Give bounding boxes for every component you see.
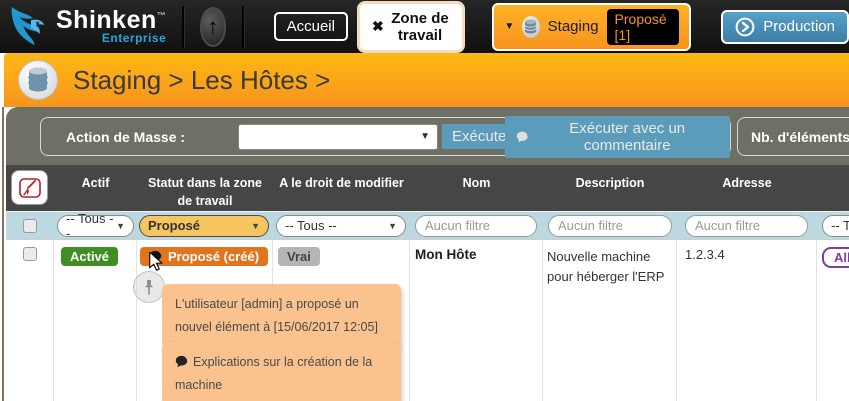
filter-droit-cell: -- Tous --▼: [273, 215, 410, 237]
page-title-bar: Staging > Les Hôtes >: [4, 53, 849, 107]
filter-description-input[interactable]: [548, 215, 672, 237]
row-adresse-cell: 1.2.3.4: [677, 240, 817, 401]
breadcrumb-title: Staging > Les Hôtes >: [73, 65, 330, 96]
clear-filters-button[interactable]: [11, 170, 48, 205]
broom-icon: [18, 177, 42, 199]
filter-nom-cell: [410, 215, 543, 237]
all-templates-badge[interactable]: All: [822, 247, 849, 268]
staging-label: Staging: [548, 18, 599, 35]
shinken-fish-icon: [8, 5, 54, 49]
play-circle-icon: [735, 17, 755, 37]
host-name: Mon Hôte: [410, 247, 542, 262]
filter-row: -- Tous --▼ Proposé▼ -- Tous --▼ -- Tous…: [6, 211, 849, 240]
chevron-down-icon: ▼: [388, 221, 397, 231]
filter-adresse-input[interactable]: [685, 215, 808, 237]
shinken-logo: Shinken™ Enterprise: [8, 5, 166, 49]
column-header-droit[interactable]: A le droit de modifier: [273, 165, 410, 211]
comment-icon: [175, 355, 188, 368]
comment-tooltip-text: Explications sur la création de la machi…: [175, 355, 372, 392]
filter-extra-cell: -- Tous --▼: [817, 215, 849, 237]
filter-adresse-cell: [677, 215, 817, 237]
mass-action-select[interactable]: ▼: [238, 124, 438, 150]
workzone-label: Zone de travail: [390, 10, 451, 44]
host-address: 1.2.3.4: [677, 247, 816, 262]
row-description-cell: Nouvelle machine pour héberger l'ERP: [543, 240, 677, 401]
mouse-cursor: [147, 252, 165, 272]
scroll-top-button[interactable]: ↑: [200, 7, 227, 47]
trademark: ™: [157, 11, 167, 21]
pin-tooltip-button[interactable]: [133, 271, 165, 303]
mass-action-group: Action de Masse : ▼ Exécuter Exécuter av…: [40, 117, 731, 156]
chevron-down-icon: ▼: [116, 221, 125, 231]
database-icon: [18, 60, 58, 100]
up-arrow-icon: ↑: [207, 14, 218, 40]
production-label: Production: [763, 18, 835, 35]
filter-statut-cell: Proposé▼: [137, 215, 273, 237]
column-header-description[interactable]: Description: [543, 165, 677, 211]
pushpin-icon: [142, 279, 156, 295]
app-window: Shinken™ Enterprise ↑ Accueil ✖ Zone de …: [0, 0, 849, 401]
workzone-button[interactable]: ✖ Zone de travail: [360, 4, 462, 50]
database-icon: [522, 16, 539, 38]
column-header-extra: [817, 165, 849, 211]
filter-extra-select[interactable]: -- Tous --▼: [822, 215, 849, 237]
chevron-down-icon: ▼: [420, 131, 430, 142]
filter-statut-select[interactable]: Proposé▼: [139, 215, 269, 237]
filter-nom-input[interactable]: [415, 215, 537, 237]
brand-subtitle: Enterprise: [56, 31, 166, 45]
column-header-actif[interactable]: Actif: [54, 165, 137, 211]
comment-icon: [516, 130, 528, 144]
logo-text: Shinken™ Enterprise: [56, 8, 166, 45]
row-nom-cell: Mon Hôte: [410, 240, 543, 401]
execute-with-comment-label: Exécuter avec un commentaire: [535, 120, 719, 154]
column-header-nom[interactable]: Nom: [410, 165, 543, 211]
top-nav-bar: Shinken™ Enterprise ↑ Accueil ✖ Zone de …: [0, 0, 849, 53]
execute-with-comment-button[interactable]: Exécuter avec un commentaire: [505, 116, 730, 158]
mass-action-toolbar: Action de Masse : ▼ Exécuter Exécuter av…: [6, 107, 849, 165]
chevron-down-icon: ▼: [504, 21, 514, 32]
mass-action-label: Action de Masse :: [66, 129, 185, 145]
staging-dropdown-button[interactable]: ▼ Staging Proposé [1]: [492, 3, 691, 51]
select-all-checkbox[interactable]: [23, 219, 37, 233]
table-row[interactable]: Activé Proposé (créé) Vrai Mon Hôte Nouv…: [6, 240, 849, 401]
header-tools-cell: [6, 165, 54, 211]
page-left-border: [2, 107, 4, 401]
home-button[interactable]: Accueil: [274, 12, 348, 41]
vrai-badge: Vrai: [278, 247, 320, 266]
element-count-label: Nb. d'éléments :: [751, 129, 849, 145]
staging-proposed-badge: Proposé [1]: [607, 9, 680, 45]
table-header-row: Actif Statut dans la zone de travail A l…: [6, 165, 849, 211]
filter-checkbox-cell: [6, 219, 54, 233]
row-checkbox[interactable]: [23, 247, 37, 261]
host-description: Nouvelle machine pour héberger l'ERP: [543, 247, 671, 287]
row-templates-cell: All: [817, 240, 849, 401]
filter-actif-select[interactable]: -- Tous --▼: [57, 215, 134, 237]
filter-droit-select[interactable]: -- Tous --▼: [276, 215, 406, 237]
proposal-tooltip: L'utilisateur [admin] a proposé un nouve…: [162, 284, 401, 347]
divider: [242, 6, 243, 48]
row-actif-cell: Activé: [54, 240, 137, 401]
row-checkbox-cell: [6, 240, 54, 401]
comment-tooltip: Explications sur la création de la machi…: [162, 342, 401, 401]
column-header-statut[interactable]: Statut dans la zone de travail: [137, 165, 273, 211]
element-count-group: Nb. d'éléments :: [737, 117, 849, 156]
divider: [182, 6, 183, 48]
production-button[interactable]: Production: [721, 10, 849, 44]
chevron-down-icon: ▼: [251, 221, 260, 231]
filter-description-cell: [543, 215, 677, 237]
filter-actif-cell: -- Tous --▼: [54, 215, 137, 237]
column-header-adresse[interactable]: Adresse: [677, 165, 817, 211]
wrench-icon: ✖: [372, 18, 384, 35]
brand-name: Shinken™: [56, 8, 166, 33]
active-status-badge: Activé: [61, 247, 118, 266]
